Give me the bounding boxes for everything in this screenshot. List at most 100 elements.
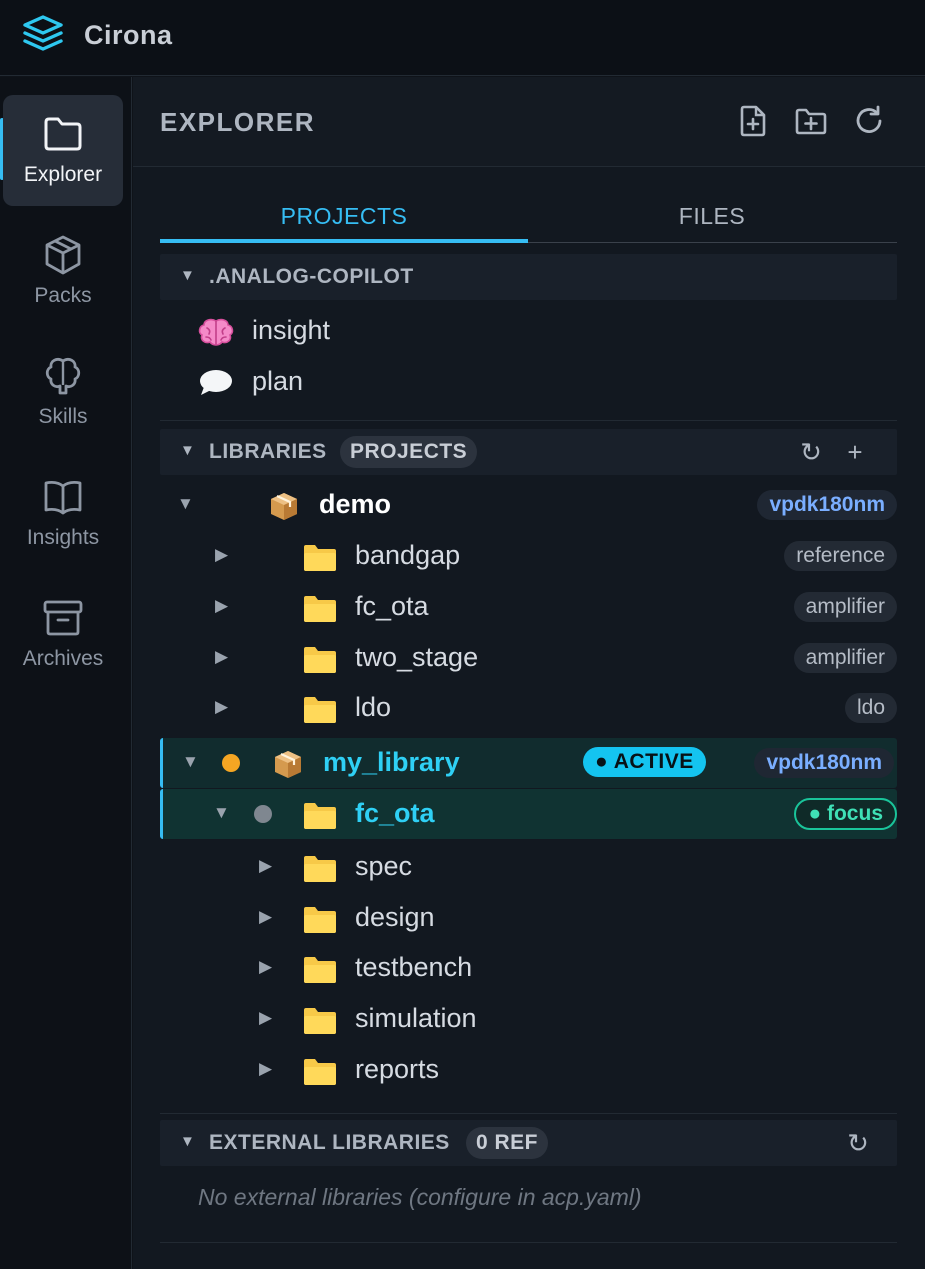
panel-header: EXPLORER bbox=[133, 77, 925, 167]
folder-name: reports bbox=[355, 1054, 440, 1084]
section-title: .ANALOG-COPILOT bbox=[209, 265, 414, 288]
rail-item-label: Packs bbox=[34, 284, 92, 307]
project-name: bandgap bbox=[355, 540, 461, 570]
chevron-down-icon: ▼ bbox=[177, 494, 194, 513]
rail-item-packs[interactable]: Packs bbox=[3, 216, 123, 327]
folder-row-simulation[interactable]: ▶ simulation bbox=[160, 994, 897, 1044]
chevron-right-icon: ▶ bbox=[215, 647, 229, 666]
empty-state-text: No external libraries (configure in acp.… bbox=[198, 1184, 642, 1210]
tab-files[interactable]: FILES bbox=[528, 203, 896, 230]
new-folder-icon[interactable] bbox=[794, 103, 828, 139]
folder-icon bbox=[304, 803, 336, 829]
rail-item-archives[interactable]: Archives bbox=[3, 579, 123, 690]
refresh-icon[interactable]: ↻ bbox=[797, 437, 825, 468]
project-tag: amplifier bbox=[793, 643, 897, 673]
folder-row-design[interactable]: ▶ design bbox=[160, 893, 897, 943]
tab-projects[interactable]: PROJECTS bbox=[160, 203, 528, 230]
folder-icon bbox=[304, 907, 336, 933]
archive-icon bbox=[43, 600, 83, 636]
folder-row-reports[interactable]: ▶ reports bbox=[160, 1045, 897, 1095]
chevron-right-icon: ▶ bbox=[259, 1059, 273, 1078]
list-item-insight[interactable]: insight bbox=[160, 306, 897, 356]
chevron-right-icon: ▶ bbox=[259, 907, 273, 926]
pdk-badge: vpdk180nm bbox=[757, 490, 897, 520]
list-item-label: plan bbox=[252, 366, 304, 396]
list-item-plan[interactable]: plan bbox=[160, 357, 897, 407]
chevron-down-icon: ▼ bbox=[180, 1133, 195, 1150]
brain-emoji-icon bbox=[198, 318, 234, 346]
list-item-label: insight bbox=[252, 315, 331, 345]
folder-row-testbench[interactable]: ▶ testbench bbox=[160, 943, 897, 993]
project-row-fc-ota-focus[interactable]: ▼ fc_ota ● focus bbox=[160, 789, 897, 839]
chevron-right-icon: ▶ bbox=[259, 856, 273, 875]
library-row-demo[interactable]: ▼ demo vpdk180nm bbox=[160, 480, 897, 530]
chevron-right-icon: ▶ bbox=[215, 697, 229, 716]
package-icon bbox=[45, 235, 81, 275]
package-emoji-icon bbox=[275, 751, 301, 778]
active-badge: ● ACTIVE bbox=[583, 747, 706, 777]
folder-name: spec bbox=[355, 851, 413, 881]
section-divider bbox=[160, 1242, 897, 1243]
project-row-bandgap[interactable]: ▶ bandgap reference bbox=[160, 531, 897, 581]
project-tag: amplifier bbox=[793, 592, 897, 622]
panel-title: EXPLORER bbox=[160, 107, 316, 137]
library-name: my_library bbox=[323, 747, 460, 777]
project-row-ldo[interactable]: ▶ ldo ldo bbox=[160, 683, 897, 733]
folder-name: simulation bbox=[355, 1003, 477, 1033]
project-tag: ldo bbox=[844, 693, 897, 723]
package-emoji-icon bbox=[271, 493, 297, 520]
section-title: EXTERNAL LIBRARIES bbox=[209, 1131, 450, 1154]
rail-item-explorer[interactable]: Explorer bbox=[3, 95, 123, 206]
folder-name: design bbox=[355, 902, 435, 932]
brain-icon bbox=[45, 358, 81, 395]
section-external-libraries[interactable]: ▼ EXTERNAL LIBRARIES 0 REF ↻ bbox=[160, 1120, 897, 1166]
chevron-right-icon: ▶ bbox=[215, 545, 229, 564]
rail-item-label: Archives bbox=[22, 647, 104, 670]
activity-rail: Explorer Packs Skills Insights Archives bbox=[0, 77, 132, 1269]
chevron-down-icon: ▼ bbox=[213, 803, 230, 822]
folder-icon bbox=[304, 697, 336, 723]
libraries-mode-chip[interactable]: PROJECTS bbox=[340, 436, 478, 468]
rail-item-skills[interactable]: Skills bbox=[3, 337, 123, 448]
project-name: two_stage bbox=[355, 642, 479, 672]
folder-icon bbox=[304, 596, 336, 622]
project-row-fc-ota[interactable]: ▶ fc_ota amplifier bbox=[160, 582, 897, 632]
explorer-panel: EXPLORER PROJECTS FILES ▼ .ANALOG-COPILO… bbox=[133, 77, 925, 1269]
folder-icon bbox=[304, 545, 336, 571]
folder-icon bbox=[304, 647, 336, 673]
refresh-icon[interactable]: ↻ bbox=[844, 1128, 872, 1159]
new-file-icon[interactable] bbox=[736, 103, 770, 139]
library-row-my-library[interactable]: ▼ my_library ● ACTIVE vpdk180nm bbox=[160, 738, 897, 788]
title-bar: Cirona bbox=[0, 0, 925, 76]
project-tag: reference bbox=[784, 541, 897, 571]
project-name: fc_ota bbox=[355, 798, 435, 828]
status-dot bbox=[222, 754, 240, 772]
rail-item-label: Explorer bbox=[23, 163, 103, 186]
refresh-icon[interactable] bbox=[852, 103, 886, 139]
section-libraries[interactable]: ▼ LIBRARIES PROJECTS ↻ + bbox=[160, 429, 897, 475]
folder-icon bbox=[44, 117, 82, 151]
chevron-right-icon: ▶ bbox=[215, 596, 229, 615]
folder-row-spec[interactable]: ▶ spec bbox=[160, 842, 897, 892]
section-analog-copilot[interactable]: ▼ .ANALOG-COPILOT bbox=[160, 254, 897, 300]
library-name: demo bbox=[319, 489, 392, 519]
section-title: LIBRARIES bbox=[209, 440, 327, 463]
external-ref-chip: 0 REF bbox=[466, 1127, 549, 1159]
layers-logo-icon bbox=[23, 15, 63, 51]
tab-active-underline bbox=[160, 239, 528, 243]
speech-bubble-icon bbox=[200, 370, 232, 395]
folder-icon bbox=[304, 1008, 336, 1034]
project-row-two-stage[interactable]: ▶ two_stage amplifier bbox=[160, 633, 897, 683]
chevron-right-icon: ▶ bbox=[259, 957, 273, 976]
rail-item-label: Skills bbox=[38, 405, 88, 428]
status-dot bbox=[254, 805, 272, 823]
section-divider bbox=[160, 1113, 897, 1114]
folder-name: testbench bbox=[355, 952, 473, 982]
folder-icon bbox=[304, 856, 336, 882]
folder-icon bbox=[304, 1059, 336, 1085]
book-icon bbox=[44, 481, 82, 515]
add-icon[interactable]: + bbox=[841, 437, 869, 468]
project-name: fc_ota bbox=[355, 591, 429, 621]
rail-item-insights[interactable]: Insights bbox=[3, 458, 123, 569]
pdk-badge: vpdk180nm bbox=[754, 748, 894, 778]
